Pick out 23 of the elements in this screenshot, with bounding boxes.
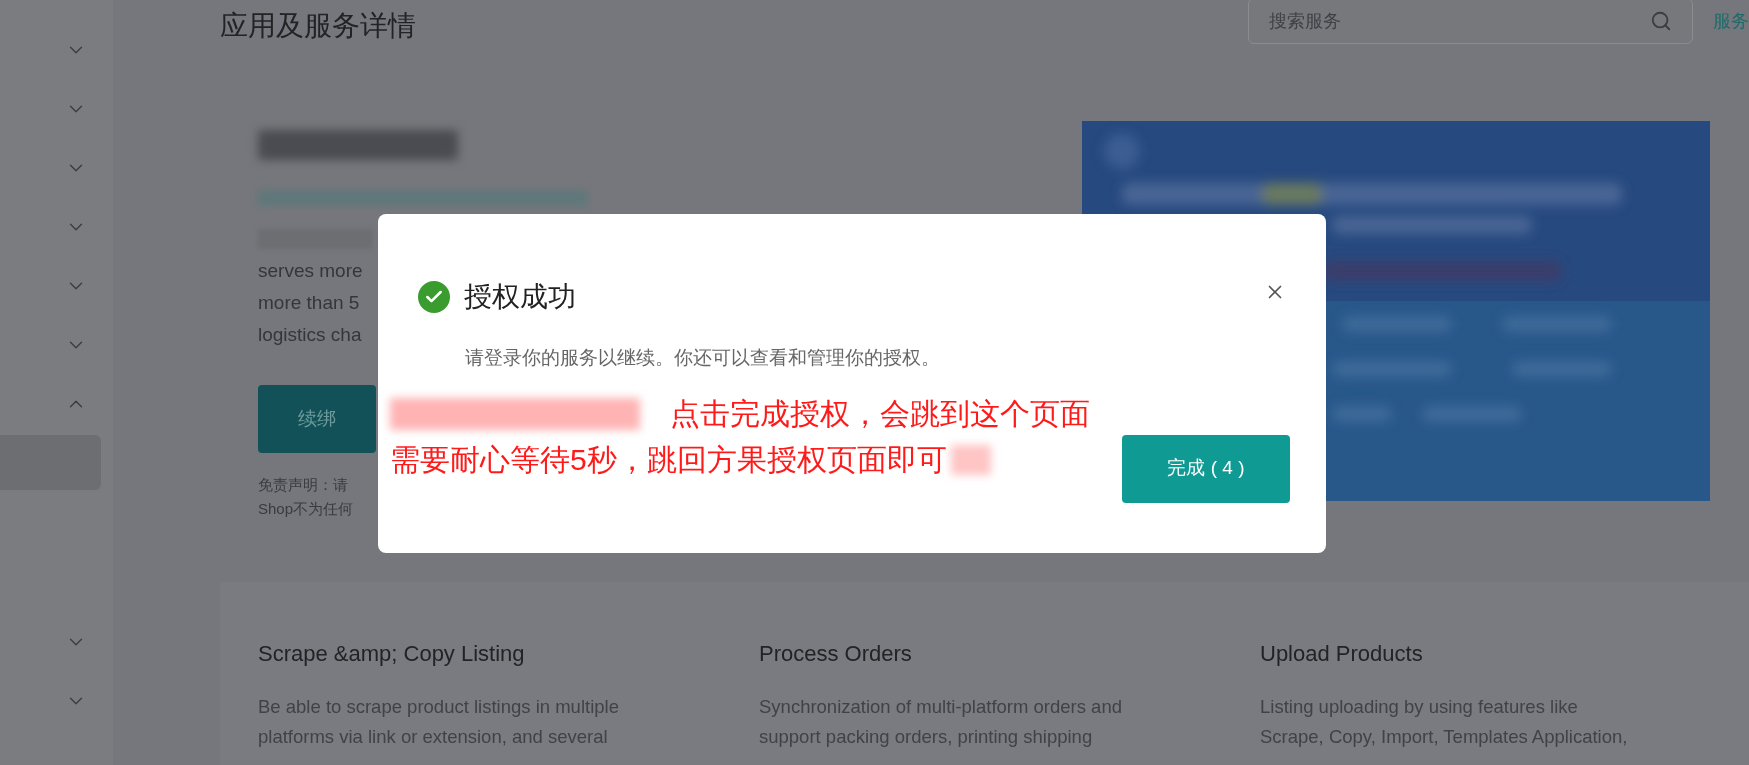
feature-description-line: support packing orders, printing shipping (759, 725, 1094, 749)
page-title: 应用及服务详情 (220, 9, 416, 43)
annotation-text: 需要耐心等待5秒，跳回方果授权页面即可 (390, 441, 947, 478)
app-description-line: more than 5 (258, 291, 360, 315)
app-description-line: logistics cha (258, 323, 362, 347)
done-button[interactable]: 完成 ( 4 ) (1122, 434, 1290, 503)
feature-title: Upload Products (1260, 640, 1424, 668)
app-description-line: serves more (258, 259, 363, 283)
feature-description-line: Be able to scrape product listings in multiple (258, 695, 620, 719)
feature-title: Scrape &amp; Copy Listing (258, 640, 526, 668)
annotation-text: 点击完成授权，会跳到这个页面 (670, 395, 1090, 432)
feature-title: Process Orders (759, 640, 913, 668)
feature-description-line: Listing uploading by using features like (1260, 695, 1579, 719)
dialog-message: 请登录你的服务以继续。你还可以查看和管理你的授权。 (465, 346, 941, 370)
feature-description-line: Scrape, Copy, Import, Templates Application, (1260, 725, 1629, 749)
disclaimer-line: Shop不为任何 (258, 499, 354, 519)
rebind-button[interactable]: 续绑 (258, 385, 376, 453)
redaction (950, 444, 991, 475)
dialog-title: 授权成功 (464, 280, 576, 314)
feature-description-line: Synchronization of multi-platform orders and (759, 695, 1123, 719)
disclaimer-line: 免责声明：请 (258, 475, 348, 495)
search-icon[interactable] (1650, 10, 1672, 32)
feature-description-line: platforms via link or extension, and several (258, 725, 609, 749)
